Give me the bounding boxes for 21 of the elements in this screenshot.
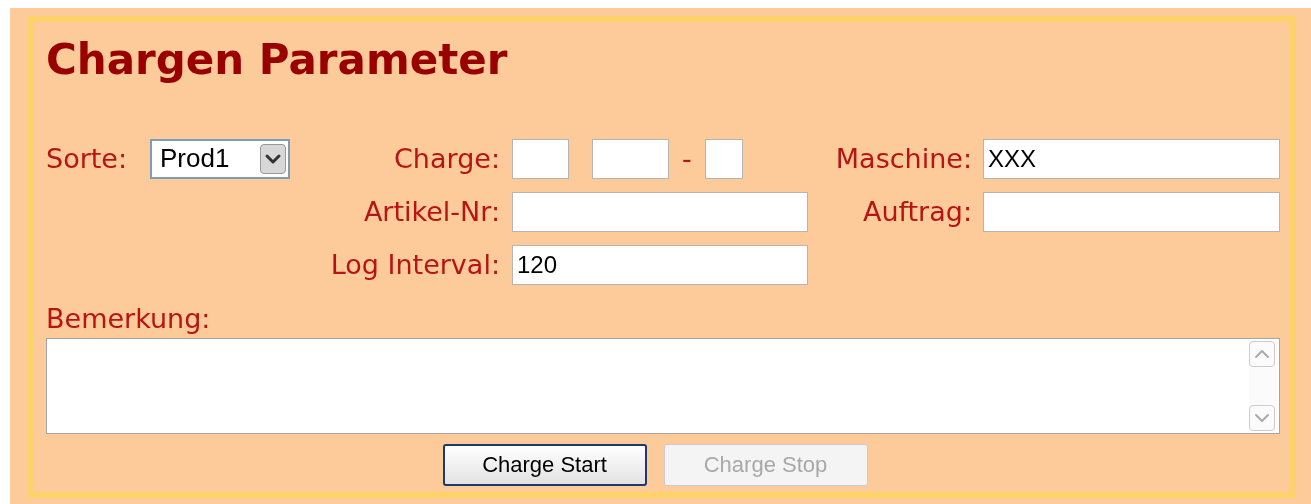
field-label: Sorte:	[46, 145, 129, 172]
form-title: Chargen Parameter	[46, 34, 509, 86]
scroll-down-icon[interactable]	[1249, 404, 1275, 431]
charge-input[interactable]	[592, 138, 669, 179]
machine-input[interactable]: XXX	[983, 138, 1280, 179]
field-label: Auftrag:	[861, 198, 973, 225]
charge-input[interactable]	[512, 138, 569, 179]
order-input[interactable]	[983, 191, 1280, 232]
charge-input[interactable]	[704, 138, 743, 179]
product-select[interactable]: Prod1	[150, 138, 290, 179]
remark-textarea[interactable]	[46, 337, 1280, 434]
article-number-input[interactable]	[512, 191, 808, 232]
separator: -	[682, 145, 692, 172]
field-label: Bemerkung:	[46, 304, 212, 332]
action-button[interactable]: Charge Start	[442, 443, 647, 486]
field-label: Artikel-Nr:	[362, 198, 501, 225]
field-label: Log Interval:	[329, 251, 501, 278]
scroll-up-icon[interactable]	[1249, 340, 1275, 367]
field-label: Maschine:	[834, 145, 973, 172]
field-label: Charge:	[393, 145, 501, 172]
log-interval-input[interactable]: 120	[512, 244, 808, 285]
